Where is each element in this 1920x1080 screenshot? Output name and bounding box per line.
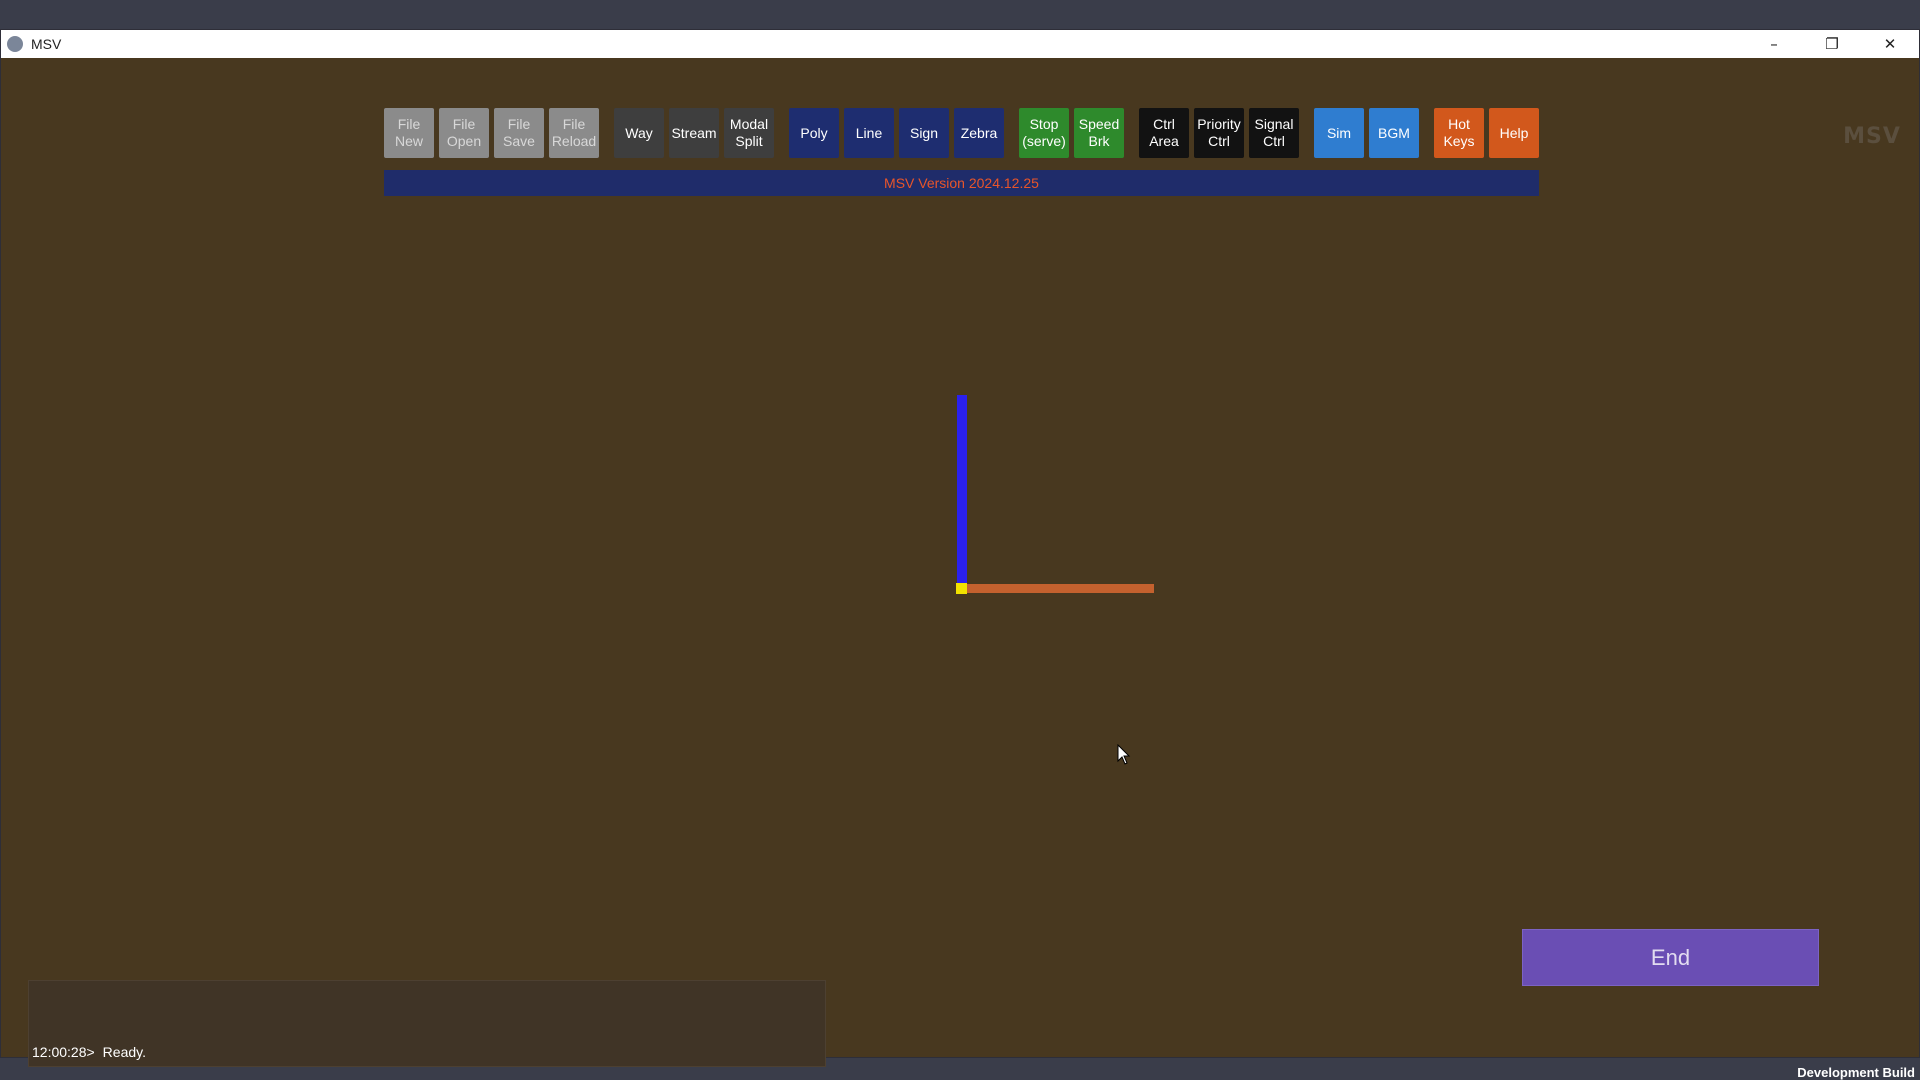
log-panel: 12:00:28> Ready. [28,980,826,1067]
window-controls: – ❐ ✕ [1745,30,1919,58]
drawing-area[interactable] [1,58,1919,1059]
log-line: 12:00:28> Ready. [32,1044,146,1060]
main-canvas[interactable]: File New File Open File Save File Reload Way… [1,58,1919,1080]
window-title: MSV [31,36,62,52]
close-button[interactable]: ✕ [1861,30,1919,58]
minimize-button[interactable]: – [1745,30,1803,58]
end-button[interactable]: End [1522,929,1819,986]
title-bar: MSV – ❐ ✕ [1,30,1919,58]
development-build-label: Development Build [1797,1065,1915,1080]
mouse-cursor-icon [1117,744,1131,765]
log-message: Ready. [102,1044,146,1060]
junction-node[interactable] [956,583,967,594]
log-timestamp: 12:00:28> [32,1044,95,1060]
vertical-blue-line[interactable] [957,395,967,589]
restore-button[interactable]: ❐ [1803,30,1861,58]
app-window: MSV – ❐ ✕ File New File Open File Save File… [0,29,1920,1080]
horizontal-orange-line[interactable] [962,584,1154,593]
app-icon [7,36,23,52]
